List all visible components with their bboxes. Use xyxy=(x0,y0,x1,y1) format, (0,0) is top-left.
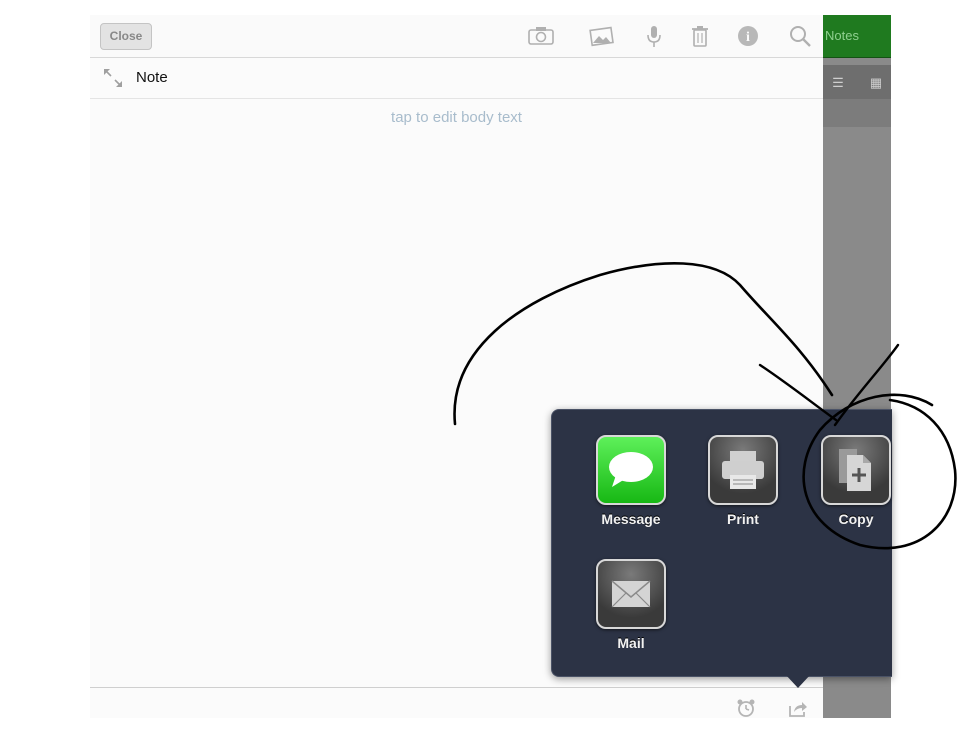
photo-icon[interactable] xyxy=(587,23,615,49)
notes-list-title: Notes xyxy=(825,28,859,43)
camera-icon[interactable] xyxy=(527,23,555,49)
grid-view-icon[interactable]: ▦ xyxy=(865,75,887,91)
message-bubble-icon xyxy=(596,435,666,505)
copy-document-icon xyxy=(821,435,891,505)
share-popover: Message Print Copy Mail xyxy=(551,409,892,677)
mail-envelope-icon xyxy=(596,559,666,629)
list-view-icon[interactable]: ☰ xyxy=(827,75,849,91)
search-icon[interactable] xyxy=(786,23,814,49)
close-button[interactable]: Close xyxy=(100,23,152,50)
bottom-divider xyxy=(90,687,823,688)
microphone-icon[interactable] xyxy=(640,23,668,49)
share-copy-button[interactable]: Copy xyxy=(811,435,901,527)
info-icon[interactable]: i xyxy=(734,23,762,49)
notes-list-header: Notes xyxy=(823,15,891,58)
popover-arrow xyxy=(785,674,811,688)
notes-view-toggle: ☰ ▦ xyxy=(823,65,891,99)
share-item-label: Message xyxy=(601,511,661,527)
svg-text:i: i xyxy=(746,30,750,45)
alarm-clock-icon[interactable] xyxy=(735,697,757,719)
note-body-placeholder[interactable]: tap to edit body text xyxy=(90,109,823,126)
notes-list-row xyxy=(823,99,891,127)
expand-icon[interactable] xyxy=(102,67,124,89)
share-item-label: Print xyxy=(727,511,759,527)
trash-icon[interactable] xyxy=(686,23,714,49)
editor-toolbar: Close i xyxy=(90,15,823,58)
share-mail-button[interactable]: Mail xyxy=(586,559,676,651)
printer-icon xyxy=(708,435,778,505)
share-icon[interactable] xyxy=(787,697,809,719)
share-item-label: Copy xyxy=(838,511,874,527)
share-print-button[interactable]: Print xyxy=(698,435,788,527)
note-title-row: Note xyxy=(90,58,823,99)
share-message-button[interactable]: Message xyxy=(586,435,676,527)
note-title[interactable]: Note xyxy=(136,69,168,86)
share-item-label: Mail xyxy=(617,635,645,651)
